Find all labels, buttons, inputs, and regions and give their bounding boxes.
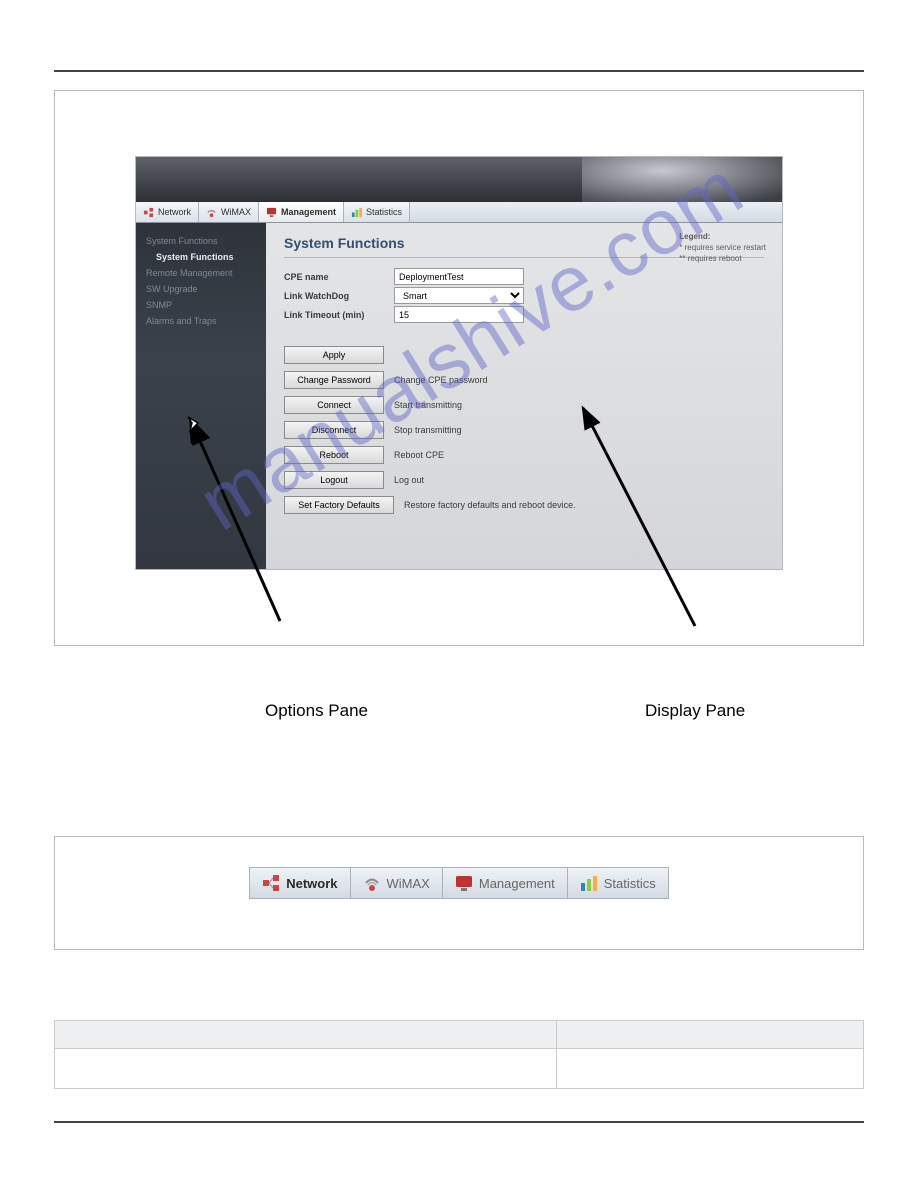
annotation-display-pane: Display Pane xyxy=(645,701,745,721)
legend: Legend: * requires service restart ** re… xyxy=(679,231,766,265)
bigtab-statistics[interactable]: Statistics xyxy=(568,868,668,898)
chart-icon xyxy=(351,207,362,218)
banner xyxy=(136,157,782,202)
change-password-button[interactable]: Change Password xyxy=(284,371,384,389)
monitor-icon xyxy=(266,207,277,218)
sidebar-item-sw-upgrade[interactable]: SW Upgrade xyxy=(146,281,256,297)
bigtab-network[interactable]: Network xyxy=(250,868,350,898)
bigtab-management[interactable]: Management xyxy=(443,868,568,898)
factory-defaults-button[interactable]: Set Factory Defaults xyxy=(284,496,394,514)
table-stub xyxy=(54,1020,864,1089)
sidebar-item-snmp[interactable]: SNMP xyxy=(146,297,256,313)
display-pane: System Functions Legend: * requires serv… xyxy=(266,223,782,569)
bigtab-wimax[interactable]: WiMAX xyxy=(351,868,443,898)
apply-button[interactable]: Apply xyxy=(284,346,384,364)
connect-button[interactable]: Connect xyxy=(284,396,384,414)
cpe-name-label: CPE name xyxy=(284,272,394,282)
network-icon xyxy=(262,874,280,892)
sidebar-item-alarms-traps[interactable]: Alarms and Traps xyxy=(146,313,256,329)
timeout-label: Link Timeout (min) xyxy=(284,310,394,320)
tab-bar: Network WiMAX Management xyxy=(136,202,782,223)
sidebar-item-remote-management[interactable]: Remote Management xyxy=(146,265,256,281)
logout-button[interactable]: Logout xyxy=(284,471,384,489)
sidebar-item-system-functions-child[interactable]: System Functions xyxy=(146,249,256,265)
cpe-name-input[interactable] xyxy=(394,268,524,285)
timeout-input[interactable] xyxy=(394,306,524,323)
tab-statistics[interactable]: Statistics xyxy=(344,202,410,222)
watchdog-label: Link WatchDog xyxy=(284,291,394,301)
main-figure: Configuration Buttons Network xyxy=(54,90,864,646)
network-icon xyxy=(143,207,154,218)
button-row-figure: Network WiMAX Management Statistics xyxy=(54,836,864,950)
reboot-button[interactable]: Reboot xyxy=(284,446,384,464)
monitor-icon xyxy=(455,874,473,892)
annotation-options-pane: Options Pane xyxy=(265,701,368,721)
watchdog-select[interactable]: Smart xyxy=(394,287,524,304)
disconnect-button[interactable]: Disconnect xyxy=(284,421,384,439)
wimax-icon xyxy=(206,207,217,218)
sidebar: System Functions System Functions Remote… xyxy=(136,223,266,569)
chart-icon xyxy=(580,874,598,892)
wimax-icon xyxy=(363,874,381,892)
screenshot-panel: Network WiMAX Management xyxy=(135,156,783,570)
tab-network[interactable]: Network xyxy=(136,202,199,222)
tab-wimax[interactable]: WiMAX xyxy=(199,202,259,222)
sidebar-item-system-functions[interactable]: System Functions xyxy=(146,233,256,249)
tab-management[interactable]: Management xyxy=(259,202,344,222)
